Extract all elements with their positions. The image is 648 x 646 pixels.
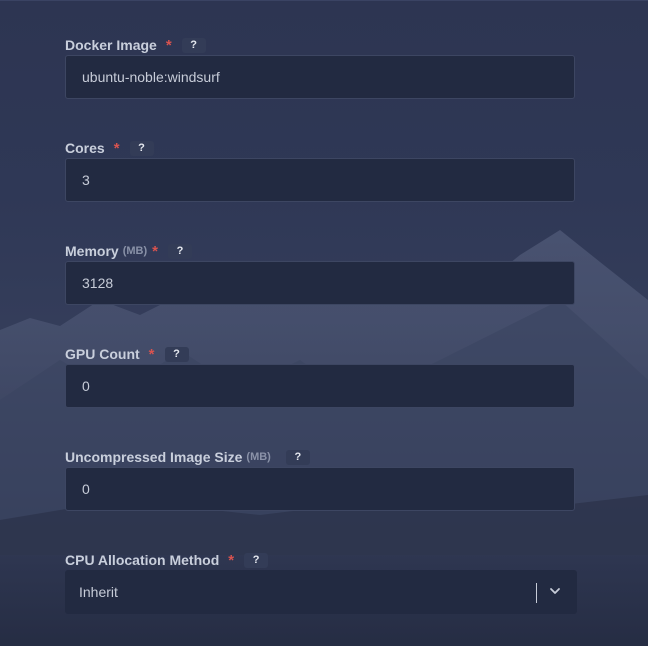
memory-input[interactable]: 3128	[65, 261, 575, 305]
chevron-down-icon[interactable]	[549, 585, 561, 597]
label-cores: Cores	[65, 140, 105, 156]
unit-uncompressed-image-size: (MB)	[246, 451, 271, 463]
label-gpu-count: GPU Count	[65, 346, 140, 362]
docker-image-input[interactable]: ubuntu-noble:windsurf	[65, 55, 575, 99]
label-cpu-allocation-method: CPU Allocation Method	[65, 552, 220, 568]
help-button-cpu-allocation-method[interactable]: ?	[244, 552, 269, 568]
uncompressed-image-size-input[interactable]: 0	[65, 467, 575, 511]
help-button-gpu-count[interactable]: ?	[164, 346, 189, 362]
top-divider	[0, 0, 648, 1]
help-button-cores[interactable]: ?	[129, 140, 154, 156]
required-asterisk: *	[228, 551, 235, 569]
label-docker-image: Docker Image	[65, 37, 157, 53]
required-asterisk: *	[148, 345, 155, 363]
cpu-allocation-method-value: Inherit	[79, 584, 118, 600]
cores-input[interactable]: 3	[65, 158, 575, 202]
required-asterisk: *	[113, 139, 120, 157]
required-asterisk: *	[165, 36, 172, 54]
label-memory: Memory	[65, 243, 119, 259]
help-button-docker-image[interactable]: ?	[181, 37, 206, 53]
help-button-uncompressed-image-size[interactable]: ?	[285, 449, 310, 465]
unit-memory: (MB)	[122, 245, 148, 257]
required-asterisk: *	[152, 242, 158, 260]
select-separator	[536, 583, 537, 603]
gpu-count-input[interactable]: 0	[65, 364, 575, 408]
cpu-allocation-method-select[interactable]: Inherit	[65, 570, 577, 614]
label-uncompressed-image-size: Uncompressed Image Size	[65, 449, 243, 465]
help-button-memory[interactable]: ?	[167, 243, 192, 259]
